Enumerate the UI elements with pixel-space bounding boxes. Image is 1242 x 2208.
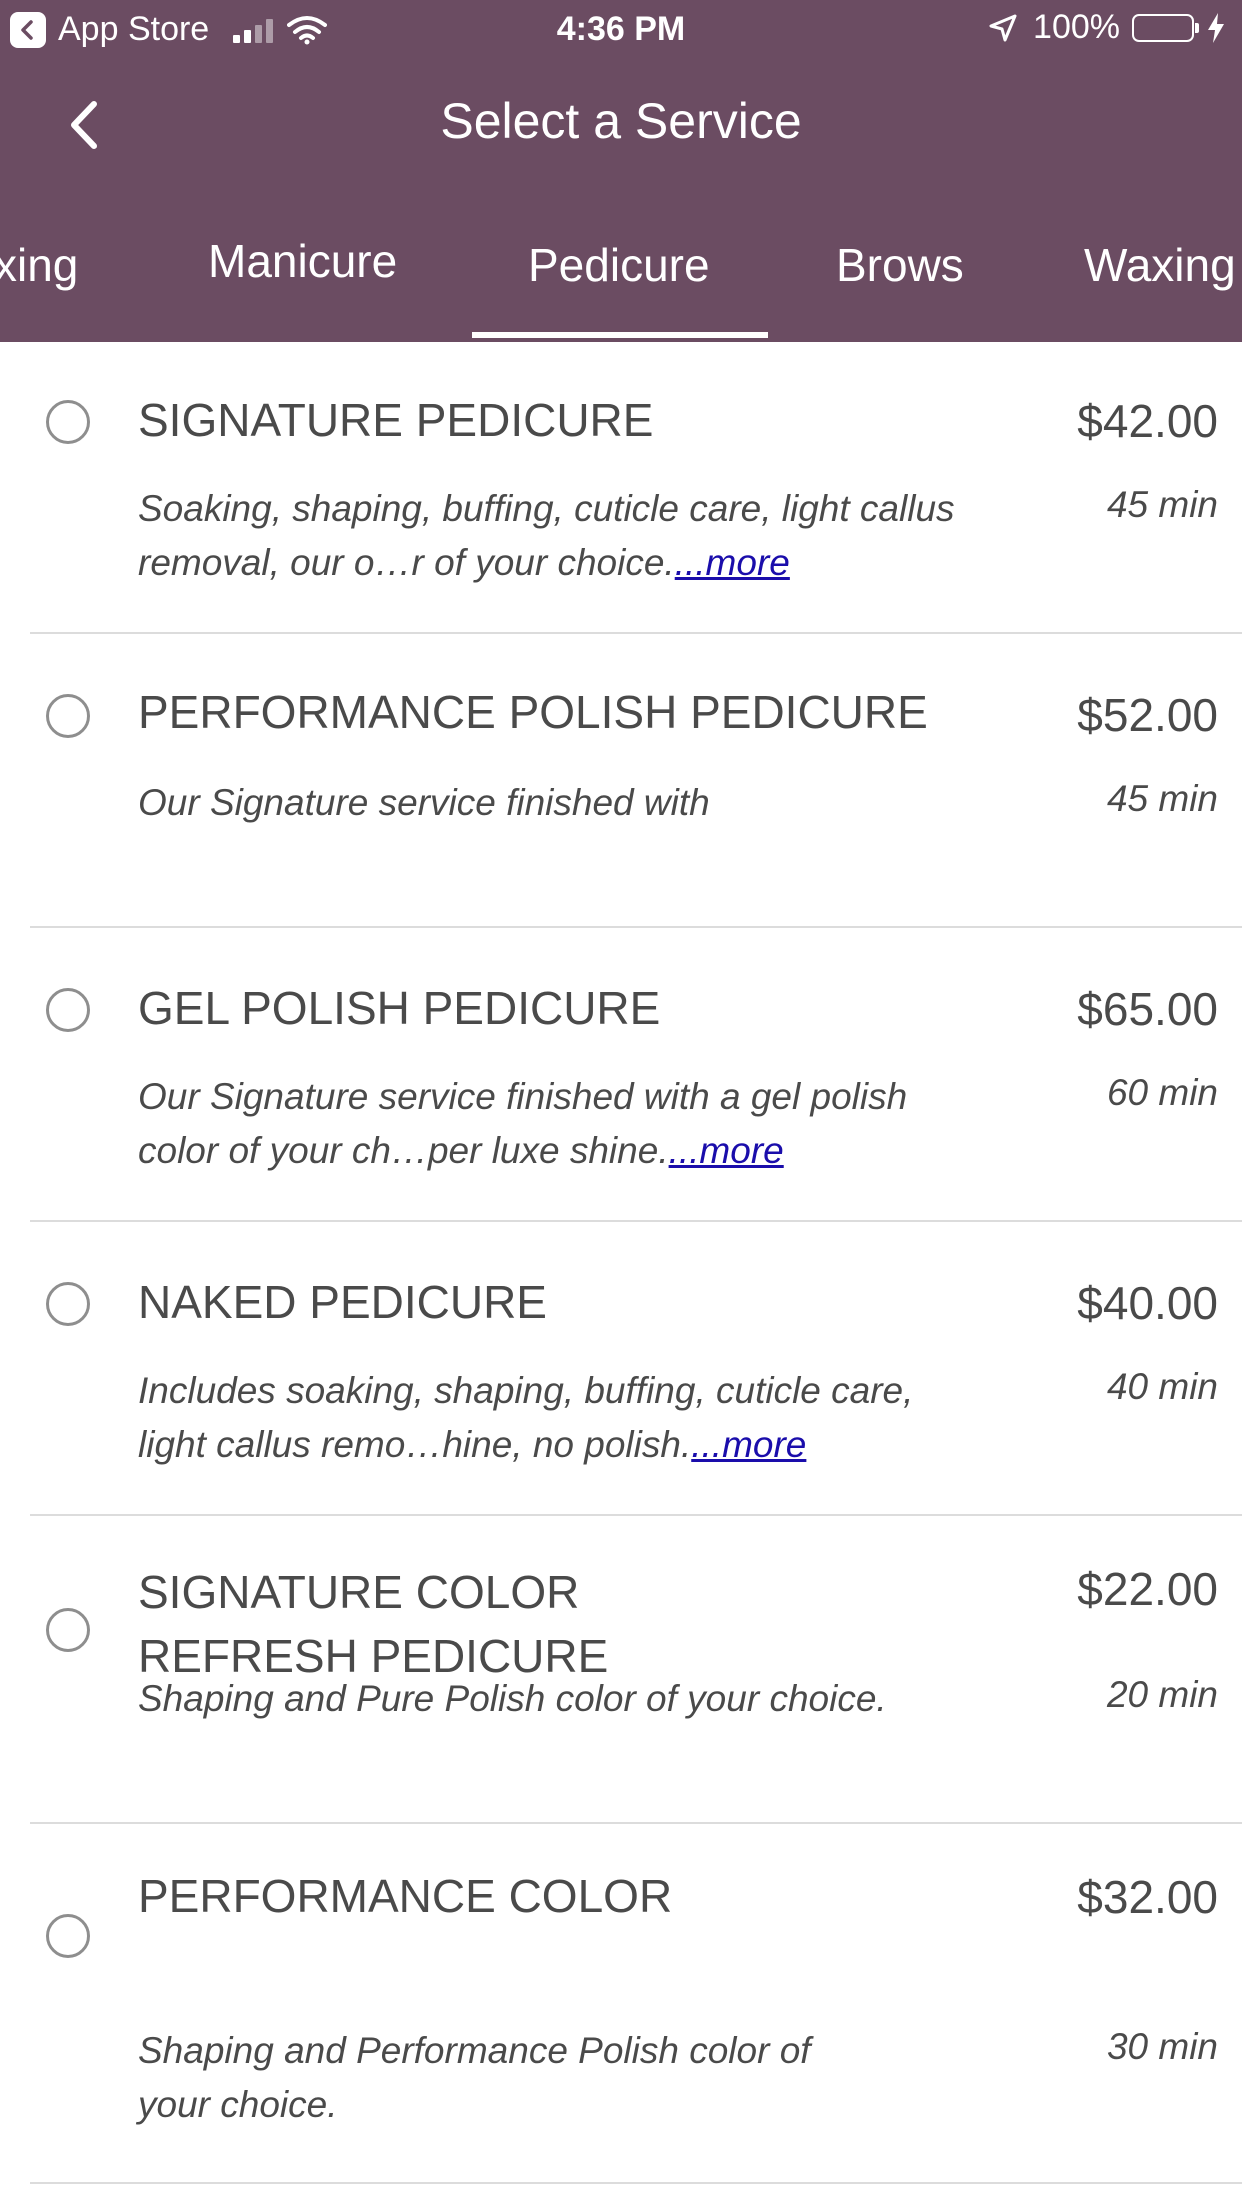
service-price: $40.00 — [1077, 1277, 1218, 1329]
service-name: GEL POLISH PEDICURE — [138, 982, 661, 1034]
divider — [30, 2182, 1242, 2184]
service-duration: 45 min — [1106, 484, 1218, 525]
service-duration: 45 min — [1106, 778, 1218, 819]
service-price: $65.00 — [1077, 983, 1218, 1035]
service-description: Our Signature service finished with a ge… — [138, 1076, 908, 1171]
nav-bar: Select a Service — [0, 80, 1242, 170]
service-name: PERFORMANCE COLOR — [138, 1870, 673, 1922]
category-tabs: xing Manicure Pedicure Brows Waxing — [0, 220, 1242, 342]
service-row[interactable]: PERFORMANCE POLISH PEDICURE $52.00 Our S… — [0, 636, 1242, 930]
divider — [30, 632, 1242, 634]
tab-waxing-partial[interactable]: xing — [0, 238, 78, 292]
service-duration: 60 min — [1106, 1072, 1218, 1113]
service-duration: 40 min — [1106, 1366, 1218, 1407]
battery-percent: 100% — [1033, 8, 1120, 46]
service-radio[interactable] — [46, 1914, 90, 1958]
service-description: Shaping and Performance Polish color of … — [138, 2030, 811, 2125]
service-description: Soaking, shaping, buffing, cuticle care,… — [138, 488, 955, 583]
divider — [30, 1220, 1242, 1222]
service-radio[interactable] — [46, 988, 90, 1032]
service-name: PERFORMANCE POLISH PEDICURE — [138, 686, 928, 738]
service-row[interactable]: GEL POLISH PEDICURE $65.00 Our Signature… — [0, 930, 1242, 1224]
service-radio[interactable] — [46, 1608, 90, 1652]
more-link[interactable]: ...more — [675, 542, 790, 583]
tab-manicure[interactable]: Manicure — [208, 234, 397, 288]
service-name: SIGNATURE COLOR REFRESH PEDICURE — [138, 1566, 609, 1682]
service-name: SIGNATURE PEDICURE — [138, 394, 654, 446]
tab-pedicure[interactable]: Pedicure — [528, 238, 710, 292]
service-duration: 20 min — [1106, 1674, 1218, 1715]
service-row[interactable]: SIGNATURE PEDICURE $42.00 Soaking, shapi… — [0, 342, 1242, 636]
location-arrow-icon — [989, 14, 1017, 41]
service-radio[interactable] — [46, 400, 90, 444]
service-radio[interactable] — [46, 694, 90, 738]
service-duration: 30 min — [1106, 2026, 1218, 2067]
service-name: NAKED PEDICURE — [138, 1276, 547, 1328]
tab-waxing[interactable]: Waxing — [1084, 238, 1236, 292]
service-row[interactable]: SIGNATURE COLOR REFRESH PEDICURE $22.00 … — [0, 1518, 1242, 1824]
service-radio[interactable] — [46, 1282, 90, 1326]
active-tab-indicator — [472, 332, 768, 338]
service-price: $32.00 — [1077, 1871, 1218, 1923]
charging-bolt-icon — [1208, 12, 1224, 43]
more-link[interactable]: ...more — [669, 1130, 784, 1171]
service-description: Includes soaking, shaping, buffing, cuti… — [138, 1370, 914, 1465]
service-price: $52.00 — [1077, 689, 1218, 741]
battery-icon — [1132, 13, 1199, 42]
service-price: $42.00 — [1077, 395, 1218, 447]
divider — [30, 926, 1242, 928]
service-description: Shaping and Pure Polish color of your ch… — [138, 1678, 887, 1719]
more-link[interactable]: ...more — [691, 1424, 806, 1465]
service-row[interactable]: PERFORMANCE COLOR $32.00 Shaping and Per… — [0, 1824, 1242, 2184]
page-title: Select a Service — [440, 93, 802, 149]
tab-brows[interactable]: Brows — [836, 238, 964, 292]
header: App Store 4:36 PM 100% Select a Service … — [0, 0, 1242, 342]
status-bar: App Store 4:36 PM 100% — [0, 0, 1242, 60]
service-row[interactable]: NAKED PEDICURE $40.00 Includes soaking, … — [0, 1224, 1242, 1518]
divider — [30, 1514, 1242, 1516]
service-description: Our Signature service finished with — [138, 782, 710, 823]
service-price: $22.00 — [1077, 1563, 1218, 1615]
status-right: 100% — [987, 8, 1226, 47]
